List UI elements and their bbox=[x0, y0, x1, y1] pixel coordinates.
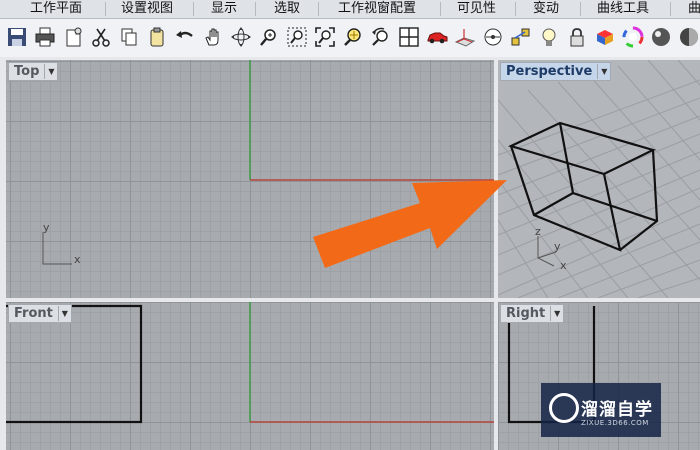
watermark-title: 溜溜自学 bbox=[581, 400, 653, 420]
watermark-subtitle: ZIXUE.3D66.COM bbox=[581, 419, 649, 427]
arrow-right-icon bbox=[313, 180, 507, 268]
watermark-badge: 溜溜自学 ZIXUE.3D66.COM bbox=[541, 383, 661, 437]
logo-icon bbox=[549, 393, 579, 423]
